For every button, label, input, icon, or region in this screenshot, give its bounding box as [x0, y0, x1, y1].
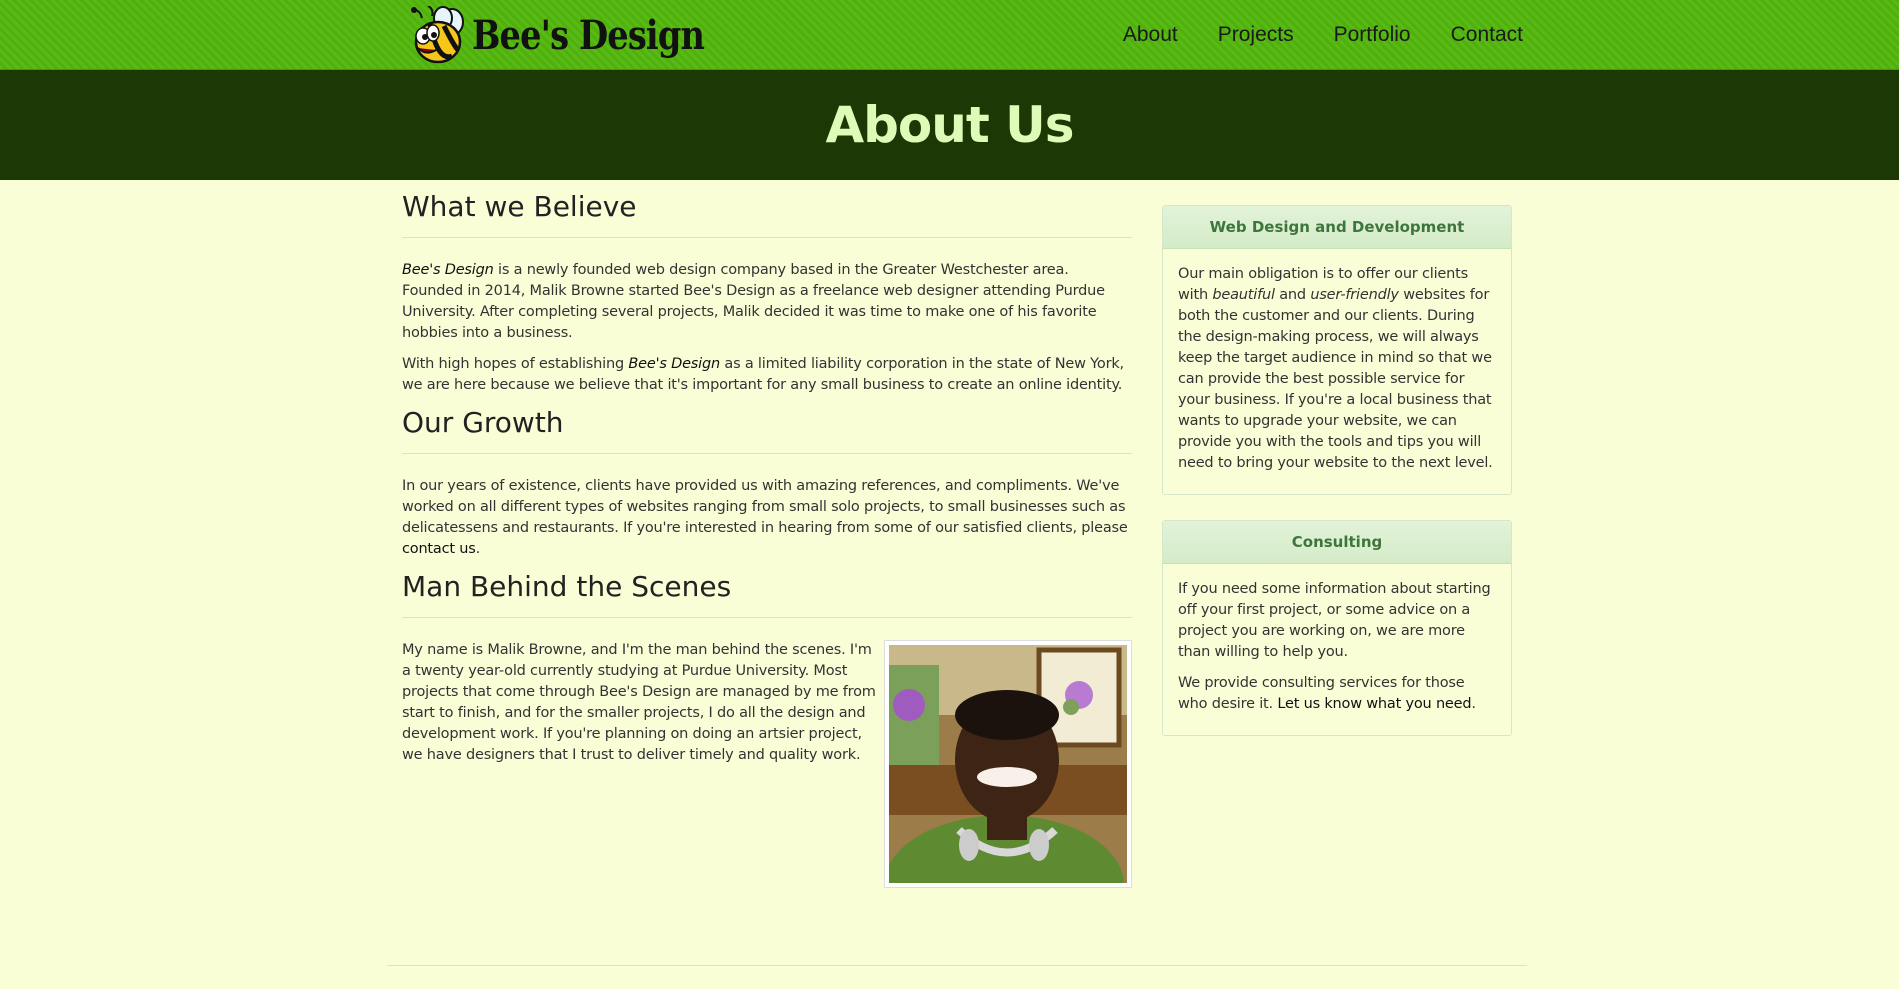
heading-believe: What we Believe — [402, 190, 1132, 238]
navbar: Bee's Design About Projects Portfolio Co… — [0, 0, 1899, 70]
panel-web-design: Web Design and Development Our main obli… — [1162, 205, 1512, 495]
growth-text: In our years of existence, clients have … — [402, 478, 1128, 536]
growth-paragraph: In our years of existence, clients have … — [402, 476, 1132, 560]
profile-photo — [889, 645, 1127, 883]
main-content: What we Believe Bee's Design is a newly … — [402, 190, 1132, 888]
nav-projects[interactable]: Projects — [1218, 23, 1294, 47]
consulting-paragraph-2: We provide consulting services for those… — [1178, 673, 1496, 715]
company-name-em: Bee's Design — [402, 262, 494, 278]
page-header: About Us — [0, 70, 1899, 180]
panel-consulting: Consulting If you need some information … — [1162, 520, 1512, 736]
heading-man: Man Behind the Scenes — [402, 570, 1132, 618]
page-title: About Us — [825, 96, 1074, 154]
section-man: Man Behind the Scenes My name is Malik B… — [402, 570, 1132, 888]
main-nav: About Projects Portfolio Contact — [1123, 0, 1523, 70]
profile-photo-image — [889, 645, 1127, 883]
heading-growth: Our Growth — [402, 406, 1132, 454]
panel-web-design-body: Our main obligation is to offer our clie… — [1163, 249, 1511, 494]
web-em-user-friendly: user-friendly — [1310, 287, 1399, 303]
panel-consulting-body: If you need some information about start… — [1163, 564, 1511, 735]
web-and: and — [1274, 287, 1311, 303]
footer-divider — [387, 965, 1527, 966]
nav-portfolio[interactable]: Portfolio — [1334, 23, 1411, 47]
section-growth: Our Growth In our years of existence, cl… — [402, 406, 1132, 560]
let-us-know-link[interactable]: Let us know what you need — [1277, 696, 1471, 712]
consulting-p2-end: . — [1471, 696, 1476, 712]
brand-name: Bee's Design — [472, 11, 705, 59]
panel-consulting-title: Consulting — [1163, 521, 1511, 564]
section-believe: What we Believe Bee's Design is a newly … — [402, 190, 1132, 396]
contact-us-link[interactable]: contact us — [402, 541, 476, 557]
sidebar: Web Design and Development Our main obli… — [1162, 205, 1512, 761]
believe-p2-start: With high hopes of establishing — [402, 356, 629, 372]
bee-icon — [411, 6, 464, 64]
nav-about[interactable]: About — [1123, 23, 1178, 47]
web-em-beautiful: beautiful — [1212, 287, 1275, 303]
company-name-em: Bee's Design — [628, 356, 720, 372]
believe-p1-text: is a newly founded web design company ba… — [402, 262, 1105, 341]
nav-contact[interactable]: Contact — [1451, 23, 1523, 47]
brand-logo-link[interactable]: Bee's Design — [408, 6, 748, 64]
consulting-paragraph-1: If you need some information about start… — [1178, 581, 1491, 660]
web-p-rest: websites for both the customer and our c… — [1178, 287, 1493, 471]
believe-paragraph-2: With high hopes of establishing Bee's De… — [402, 354, 1132, 396]
panel-web-design-title: Web Design and Development — [1163, 206, 1511, 249]
believe-paragraph-1: Bee's Design is a newly founded web desi… — [402, 260, 1132, 344]
profile-photo-frame — [884, 640, 1132, 888]
growth-end: . — [475, 541, 481, 557]
web-design-paragraph: Our main obligation is to offer our clie… — [1178, 264, 1496, 474]
